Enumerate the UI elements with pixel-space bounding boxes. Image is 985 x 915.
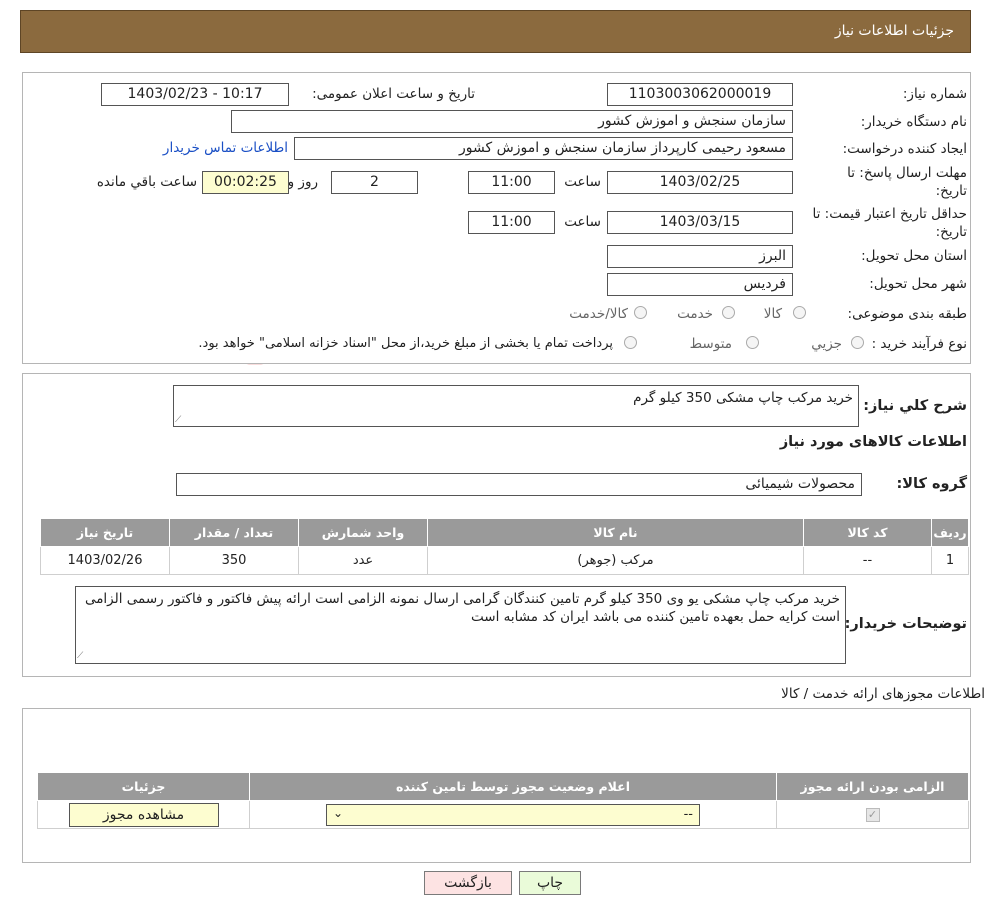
cell-row-number: 1	[931, 546, 969, 575]
buyer-org-field: سازمان سنجش و اموزش کشور	[231, 110, 793, 133]
buyer-contact-link[interactable]: اطلاعات تماس خریدار	[163, 140, 288, 156]
permit-status-select[interactable]: ⌄ --	[326, 803, 700, 826]
page-title: جزئیات اطلاعات نیاز	[834, 23, 954, 39]
permit-required-checkbox: ✓	[865, 808, 880, 822]
buyer-org-label: نام دستگاه خریدار:	[860, 114, 967, 130]
col-need-date: تاریخ نیاز	[40, 518, 170, 547]
summary-textarea: خرید مرکب چاپ مشکی 350 کیلو گرم	[173, 385, 859, 427]
chevron-down-icon: ⌄	[333, 805, 344, 820]
col-permit-status: اعلام وضعیت مجوز توسط تامین کننده	[249, 772, 777, 801]
goods-section-title: اطلاعات کالاهای مورد نیاز	[779, 434, 967, 450]
announce-field: 1403/02/23 - 10:17	[101, 83, 289, 106]
validity-date-field: 1403/03/15	[607, 211, 793, 234]
cell-unit: عدد	[298, 546, 428, 575]
requester-field: مسعود رحیمی کارپرداز سازمان سنجش و اموزش…	[294, 137, 793, 160]
goods-table-header: ردیف کد کالا نام کالا واحد شمارش تعداد /…	[40, 518, 969, 547]
summary-label: شرح کلي نیاز:	[863, 398, 967, 414]
category-radio-goods-service[interactable]	[634, 306, 647, 319]
process-radio-medium[interactable]	[746, 336, 759, 349]
deadline-time-label: ساعت	[564, 174, 601, 190]
permits-table: الزامی بودن ارائه مجوز اعلام وضعیت مجوز …	[37, 772, 969, 829]
process-note: پرداخت تمام یا بخشی از مبلغ خرید،از محل …	[198, 336, 613, 351]
goods-group-field: محصولات شیمیائی	[176, 473, 862, 496]
permits-section-title: اطلاعات مجوزهای ارائه خدمت / کالا	[781, 686, 985, 702]
page-header: جزئیات اطلاعات نیاز	[20, 10, 971, 53]
permit-status-value: --	[683, 806, 693, 822]
buyer-notes-textarea: خرید مرکب چاپ مشکی یو وی 350 کیلو گرم تا…	[75, 586, 846, 664]
goods-group-label: گروه کالا:	[896, 476, 967, 492]
process-label: نوع فرآیند خرید :	[871, 336, 967, 352]
goods-table: ردیف کد کالا نام کالا واحد شمارش تعداد /…	[40, 518, 969, 575]
deadline-time-field: 11:00	[468, 171, 555, 194]
need-number-label: شماره نیاز:	[902, 86, 967, 102]
permits-table-header: الزامی بودن ارائه مجوز اعلام وضعیت مجوز …	[37, 772, 969, 801]
table-row: 1 -- مرکب (جوهر) عدد 350 1403/02/26	[40, 546, 969, 575]
province-label: استان محل تحویل:	[861, 248, 967, 264]
resize-grip-icon[interactable]: ⟋	[175, 416, 184, 425]
view-permit-button[interactable]: مشاهده مجوز	[68, 802, 219, 827]
category-label: طبقه بندی موضوعی:	[847, 306, 967, 322]
col-permit-details: جزئیات	[37, 772, 250, 801]
col-goods-name: نام کالا	[427, 518, 804, 547]
deadline-label-date: تاریخ:	[935, 183, 967, 199]
buyer-notes-label: توضیحات خریدار:	[844, 616, 967, 632]
buyer-notes-text: خرید مرکب چاپ مشکی یو وی 350 کیلو گرم تا…	[84, 591, 840, 625]
cell-permit-required: ✓	[776, 800, 969, 829]
days-label: روز و	[287, 174, 318, 190]
requester-label: ایجاد کننده درخواست:	[842, 141, 967, 157]
process-option-medium: متوسط	[689, 336, 732, 352]
col-unit: واحد شمارش	[298, 518, 428, 547]
remaining-label: ساعت باقي مانده	[96, 174, 197, 190]
validity-time-label: ساعت	[564, 214, 601, 230]
category-radio-goods[interactable]	[793, 306, 806, 319]
process-radio-treasury[interactable]	[624, 336, 637, 349]
col-row-number: ردیف	[931, 518, 969, 547]
validity-label: حداقل تاریخ اعتبار قیمت: تا	[812, 206, 967, 222]
days-field: 2	[331, 171, 418, 194]
category-option-goods-service: کالا/خدمت	[569, 306, 628, 322]
process-radio-minor[interactable]	[851, 336, 864, 349]
col-goods-code: کد کالا	[803, 518, 932, 547]
print-button[interactable]: چاپ	[519, 871, 581, 895]
validity-time-field: 11:00	[468, 211, 555, 234]
validity-label-date: تاریخ:	[935, 224, 967, 240]
cell-quantity: 350	[169, 546, 299, 575]
deadline-label: مهلت ارسال پاسخ: تا	[847, 165, 967, 181]
cell-goods-name: مرکب (جوهر)	[427, 546, 804, 575]
city-field: فردیس	[607, 273, 793, 296]
announce-label: تاریخ و ساعت اعلان عمومی:	[312, 86, 475, 102]
category-option-goods: کالا	[763, 306, 782, 322]
resize-grip-icon[interactable]: ⟋	[77, 652, 86, 661]
deadline-date-field: 1403/02/25	[607, 171, 793, 194]
process-option-minor: جزیي	[811, 336, 842, 352]
back-button[interactable]: بازگشت	[424, 871, 512, 895]
col-quantity: تعداد / مقدار	[169, 518, 299, 547]
cell-need-date: 1403/02/26	[40, 546, 170, 575]
city-label: شهر محل تحویل:	[869, 276, 967, 292]
category-option-service: خدمت	[677, 306, 713, 322]
category-radio-service[interactable]	[722, 306, 735, 319]
summary-text: خرید مرکب چاپ مشکی 350 کیلو گرم	[633, 390, 853, 406]
cell-goods-code: --	[803, 546, 932, 575]
cell-permit-details: مشاهده مجوز	[37, 800, 250, 829]
remaining-time-field: 00:02:25	[202, 171, 289, 194]
province-field: البرز	[607, 245, 793, 268]
col-permit-required: الزامی بودن ارائه مجوز	[776, 772, 969, 801]
cell-permit-status: ⌄ --	[249, 800, 777, 829]
table-row: ✓ ⌄ -- مشاهده مجوز	[37, 800, 969, 829]
need-number-field: 1103003062000019	[607, 83, 793, 106]
